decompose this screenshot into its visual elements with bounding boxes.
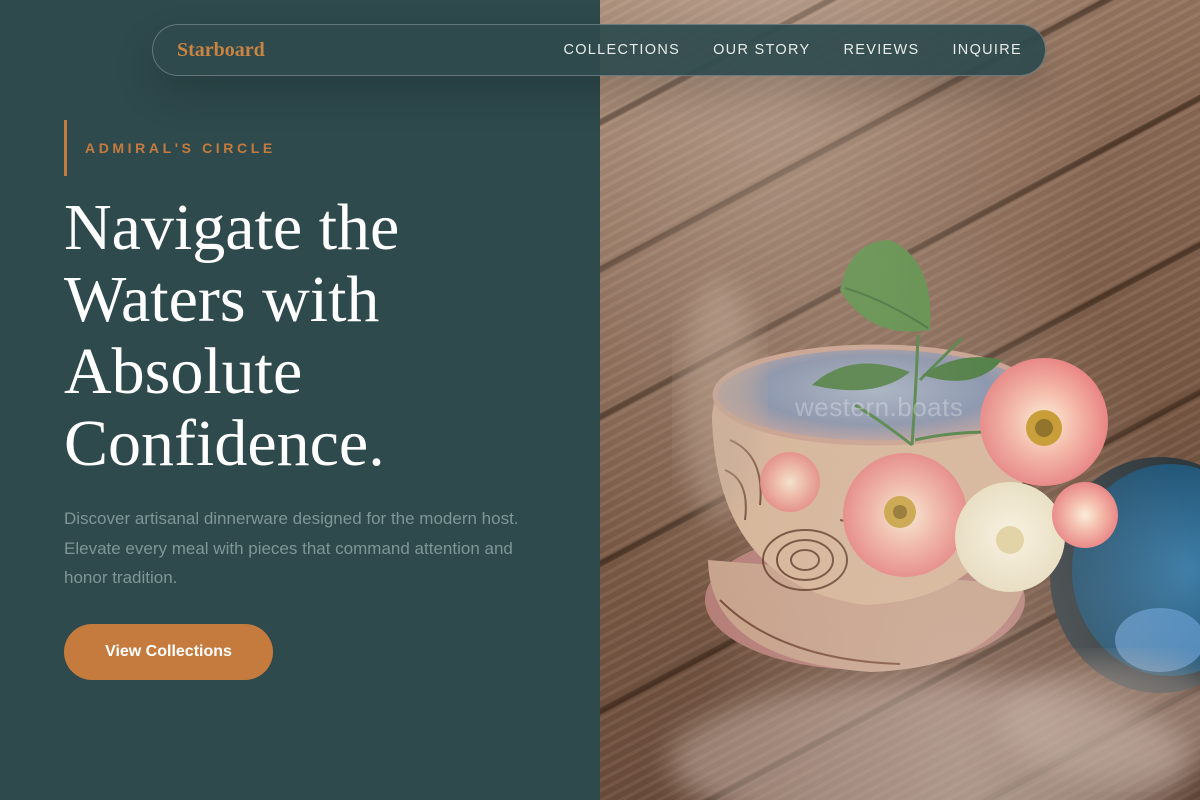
nav-link-our-story[interactable]: OUR STORY [713,42,810,58]
nav-link-reviews[interactable]: REVIEWS [843,42,919,58]
watermark-text: western.boats [795,392,964,422]
eyebrow-text: ADMIRAL'S CIRCLE [85,140,276,156]
view-collections-button[interactable]: View Collections [64,624,273,680]
hero-photo: western.boats [600,0,1200,800]
top-navbar: Starboard COLLECTIONS OUR STORY REVIEWS … [152,24,1046,76]
eyebrow-label: ADMIRAL'S CIRCLE [64,120,276,176]
nav-link-collections[interactable]: COLLECTIONS [563,42,680,58]
nav-link-inquire[interactable]: INQUIRE [952,42,1022,58]
brand-logo[interactable]: Starboard [177,39,265,62]
hero-description: Discover artisanal dinnerware designed f… [64,509,519,587]
hero-headline: Navigate the Waters with Absolute Confid… [64,191,400,480]
nav-links: COLLECTIONS OUR STORY REVIEWS INQUIRE [563,42,1022,58]
